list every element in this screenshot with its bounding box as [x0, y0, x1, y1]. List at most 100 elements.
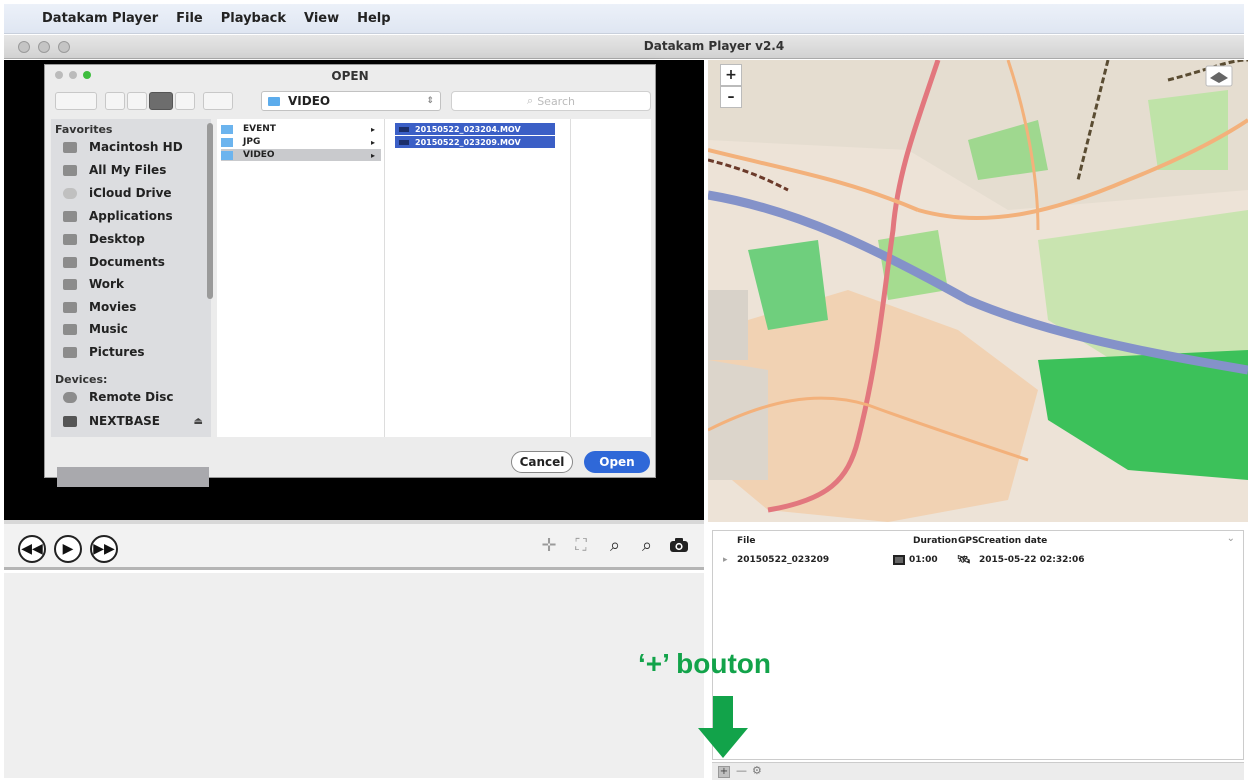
pictures-icon — [63, 346, 77, 358]
fullscreen-icon[interactable]: ⛶ — [570, 534, 592, 556]
fast-forward-icon[interactable]: ▶▶ — [90, 535, 118, 563]
menu-bar: Datakam Player File Playback View Help — [4, 4, 1244, 34]
preview-column — [571, 119, 651, 437]
rewind-icon[interactable]: ◀◀ — [18, 535, 46, 563]
lower-panel — [4, 573, 704, 778]
sidebar-item-applications[interactable]: Applications — [63, 206, 203, 226]
disc-icon — [63, 391, 77, 403]
sidebar-item-icloud-drive[interactable]: iCloud Drive — [63, 183, 203, 203]
cloud-icon — [63, 187, 77, 199]
file-item[interactable]: 20150522_023204.MOV — [395, 123, 555, 135]
sidebar-item-documents[interactable]: Documents — [63, 252, 203, 272]
sidebar-item-pictures[interactable]: Pictures — [63, 342, 203, 362]
disclosure-icon[interactable]: ▸ — [723, 555, 728, 565]
files-icon — [63, 164, 77, 176]
dialog-sidebar: Favorites Macintosh HD All My Files iClo… — [51, 119, 211, 487]
chevron-right-icon: ▸ — [370, 150, 375, 160]
row-file: 20150522_023209 — [737, 555, 830, 565]
crosshair-icon[interactable]: ✛ — [538, 534, 560, 556]
gear-icon[interactable]: ⚙ — [752, 764, 762, 777]
zoom-out-icon[interactable]: ⌕ — [636, 534, 658, 556]
sidebar-item-all-my-files[interactable]: All My Files — [63, 160, 203, 180]
cancel-button[interactable]: Cancel — [511, 451, 573, 473]
dialog-toolbar: VIDEO ⇕ ⌕ Search — [51, 90, 651, 112]
sidebar-item-nextbase[interactable]: NEXTBASE ⏏ — [63, 411, 203, 431]
list-view-button[interactable] — [127, 92, 147, 110]
folder-item-video[interactable]: VIDEO ▸ — [221, 149, 381, 161]
sidebar-item-label: Work — [89, 277, 124, 291]
folder-select[interactable]: VIDEO ⇕ — [261, 91, 441, 111]
sidebar-item-remote-disc[interactable]: Remote Disc — [63, 387, 203, 407]
window-title: Datakam Player v2.4 — [643, 39, 785, 53]
sidebar-item-label: Applications — [89, 209, 173, 223]
dialog-title: OPEN — [331, 69, 369, 83]
column-view-button[interactable] — [149, 92, 173, 110]
file-column: 20150522_023204.MOV 20150522_023209.MOV — [385, 119, 571, 437]
film-icon — [399, 126, 409, 132]
gps-column-header[interactable]: GPS — [958, 536, 978, 546]
search-input[interactable]: ⌕ Search — [451, 91, 651, 111]
menu-help[interactable]: Help — [357, 11, 390, 26]
open-dialog: OPEN VIDEO ⇕ ⌕ Search Favorites Macintos… — [44, 64, 656, 487]
camera-icon[interactable] — [668, 534, 690, 556]
film-icon — [399, 139, 409, 145]
column-options-icon[interactable]: ⌄ — [1227, 533, 1235, 544]
down-arrow-icon — [698, 696, 748, 758]
applications-icon — [63, 210, 77, 222]
folder-icon — [221, 150, 233, 160]
updown-icon: ⇕ — [426, 96, 434, 106]
file-list-footer: + — ⚙ — [712, 762, 1244, 780]
desktop-icon — [63, 233, 77, 245]
folder-item-jpg[interactable]: JPG ▸ — [221, 136, 381, 148]
sidebar-item-label: iCloud Drive — [89, 186, 172, 200]
remove-file-button[interactable]: — — [736, 764, 747, 777]
file-label: 20150522_023209.MOV — [415, 137, 521, 147]
playback-controls: ◀◀ ▶ ▶▶ ✛ ⛶ ⌕ ⌕ — [4, 524, 704, 570]
film-icon — [63, 301, 77, 313]
add-file-button[interactable]: + — [718, 766, 730, 778]
folder-item-event[interactable]: EVENT ▸ — [221, 123, 381, 135]
sidebar-item-macintosh-hd[interactable]: Macintosh HD — [63, 137, 203, 157]
cover-flow-button[interactable] — [175, 92, 195, 110]
sidebar-item-label: Movies — [89, 300, 137, 314]
sidebar-item-label: Desktop — [89, 232, 145, 246]
menu-file[interactable]: File — [176, 11, 203, 26]
back-forward-buttons[interactable] — [55, 92, 97, 110]
file-item[interactable]: 20150522_023209.MOV — [395, 136, 555, 148]
drive-icon — [63, 141, 77, 153]
folder-label: VIDEO — [243, 150, 275, 160]
file-column-header[interactable]: File — [737, 536, 755, 546]
chevron-right-icon: ▸ — [370, 137, 375, 147]
sidebar-item-label: Pictures — [89, 345, 145, 359]
map-zoom-in-button[interactable]: + — [720, 64, 742, 86]
menu-view[interactable]: View — [304, 11, 339, 26]
sidebar-item-music[interactable]: Music — [63, 319, 203, 339]
folder-icon — [221, 137, 233, 147]
eject-icon[interactable]: ⏏ — [194, 416, 203, 427]
music-icon — [63, 323, 77, 335]
folder-column: EVENT ▸ JPG ▸ VIDEO ▸ — [217, 119, 385, 437]
open-button[interactable]: Open — [584, 451, 650, 473]
duration-column-header[interactable]: Duration — [913, 536, 957, 546]
zoom-in-icon[interactable]: ⌕ — [604, 534, 626, 556]
folder-label: JPG — [243, 137, 261, 147]
folder-label: EVENT — [243, 124, 276, 134]
sidebar-item-work[interactable]: Work — [63, 274, 203, 294]
sidebar-selection — [57, 467, 209, 487]
sidebar-scrollbar[interactable] — [207, 123, 213, 299]
creation-column-header[interactable]: Creation date — [978, 536, 1047, 546]
sidebar-item-label: Remote Disc — [89, 390, 174, 404]
icon-view-button[interactable] — [105, 92, 125, 110]
menu-app[interactable]: Datakam Player — [42, 11, 158, 26]
map-view[interactable]: + – — [708, 60, 1248, 522]
menu-playback[interactable]: Playback — [221, 11, 286, 26]
play-icon[interactable]: ▶ — [54, 535, 82, 563]
arrange-button[interactable] — [203, 92, 233, 110]
folder-icon — [221, 124, 233, 134]
sidebar-item-label: Documents — [89, 255, 165, 269]
drive-icon — [63, 415, 77, 427]
sidebar-item-desktop[interactable]: Desktop — [63, 229, 203, 249]
map-zoom-out-button[interactable]: – — [720, 86, 742, 108]
folder-icon — [63, 278, 77, 290]
sidebar-item-movies[interactable]: Movies — [63, 297, 203, 317]
